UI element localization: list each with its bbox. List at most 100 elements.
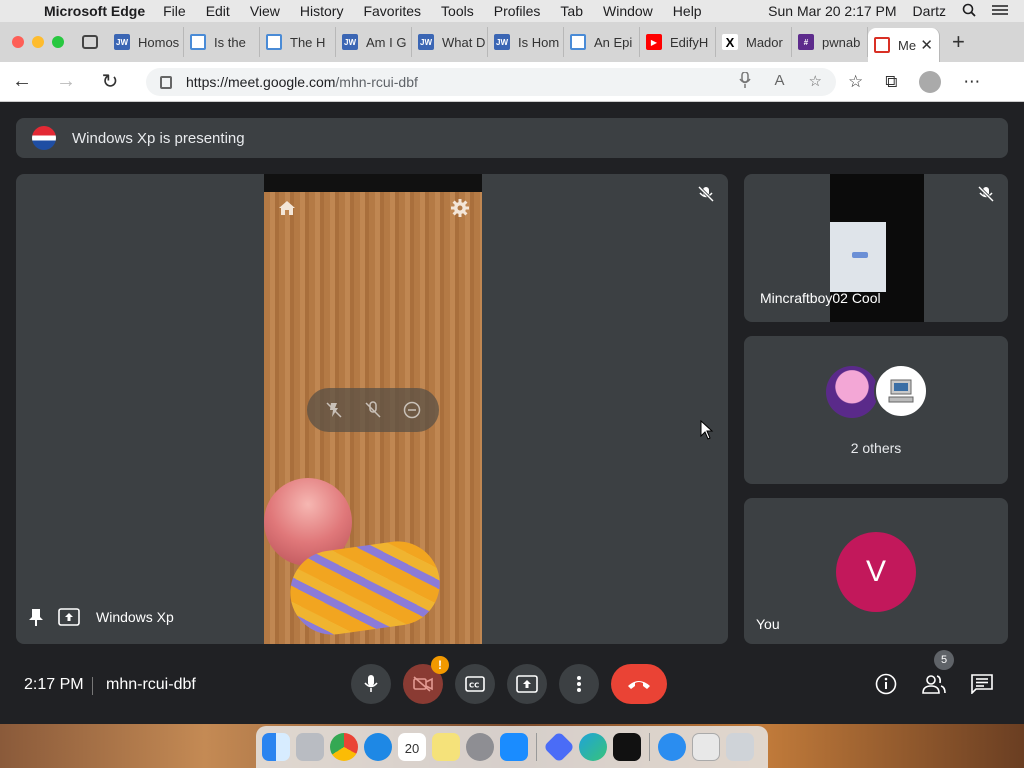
app-store-2-icon[interactable] [658, 733, 686, 761]
forward-button[interactable]: → [44, 70, 88, 93]
trash-icon[interactable] [726, 733, 754, 761]
menu-window[interactable]: Window [603, 3, 653, 19]
closed-captions-icon: CC [465, 676, 485, 692]
browser-tab[interactable]: JW Is Hom [488, 27, 564, 57]
camera-button[interactable]: ! [403, 656, 449, 704]
browser-tab[interactable]: The H [260, 27, 336, 57]
tab-actions-icon[interactable] [82, 35, 98, 49]
microphone-permission-icon[interactable] [738, 71, 751, 92]
mic-off-icon [365, 401, 381, 418]
people-icon [922, 675, 946, 694]
notes-icon[interactable] [432, 733, 460, 761]
browser-tab[interactable]: # pwnab [792, 27, 868, 57]
captions-button[interactable]: CC [455, 664, 495, 704]
participant-avatar [874, 364, 928, 418]
chrome-icon[interactable] [330, 733, 358, 761]
doc-icon [266, 34, 282, 50]
system-preferences-icon[interactable] [466, 733, 494, 761]
menu-profiles[interactable]: Profiles [494, 3, 541, 19]
jw-icon: JW [342, 34, 358, 50]
menu-file[interactable]: File [163, 3, 186, 19]
meeting-controls-bar: 2:17 PM mhn-rcui-dbf ! CC 5 [0, 650, 1024, 708]
zoom-window-button[interactable] [52, 36, 64, 48]
main-presentation-tile[interactable]: Windows Xp [16, 174, 728, 644]
leave-call-button[interactable] [611, 664, 667, 704]
pin-icon[interactable] [28, 608, 44, 626]
muted-mic-icon [978, 186, 994, 202]
url-field[interactable]: https://meet.google.com/mhn-rcui-dbf A ☆ [146, 68, 836, 96]
presenter-name: Windows Xp [96, 609, 174, 625]
others-count-label: 2 others [850, 440, 902, 456]
new-tab-button[interactable]: + [952, 29, 965, 55]
app-menu[interactable]: Microsoft Edge [44, 3, 145, 19]
people-button[interactable] [922, 672, 946, 696]
add-favorite-icon[interactable]: ☆ [809, 72, 822, 92]
menubar-user[interactable]: Dartz [913, 3, 946, 19]
script-editor-icon[interactable] [692, 733, 720, 761]
close-tab-icon[interactable]: ✕ [920, 36, 933, 54]
spotlight-search-icon[interactable] [962, 3, 976, 20]
more-options-icon[interactable]: ⋯ [963, 72, 980, 92]
minimize-window-button[interactable] [32, 36, 44, 48]
meet-page: Windows Xp is presenting Windows Xp Minc… [0, 102, 1024, 724]
camera-off-icon [413, 676, 433, 692]
browser-tab[interactable]: JW What D [412, 27, 488, 57]
participant-avatar [826, 366, 878, 418]
menu-help[interactable]: Help [673, 3, 702, 19]
browser-tab[interactable]: JW Am I G [336, 27, 412, 57]
url-host: https://meet.google.com [186, 74, 336, 90]
lock-icon[interactable] [160, 75, 172, 89]
meeting-time: 2:17 PM [24, 676, 84, 693]
menu-favorites[interactable]: Favorites [363, 3, 421, 19]
profile-avatar[interactable] [919, 71, 942, 93]
back-button[interactable]: ← [0, 70, 44, 93]
present-screen-icon [58, 608, 80, 626]
favorites-icon[interactable]: ☆ [848, 72, 863, 92]
microphone-icon [364, 675, 378, 692]
presenting-text: Windows Xp is presenting [72, 129, 245, 147]
collections-icon[interactable]: ⧉ [885, 72, 897, 92]
microphone-button[interactable] [351, 664, 391, 704]
close-window-button[interactable] [12, 36, 24, 48]
participant-name: Mincraftboy02 Cool [760, 290, 881, 306]
menubar-datetime[interactable]: Sun Mar 20 2:17 PM [768, 3, 896, 19]
browser-tab[interactable]: ▶ EdifyH [640, 27, 716, 57]
chat-button[interactable] [970, 672, 994, 696]
edge-icon[interactable] [579, 733, 607, 761]
menu-tools[interactable]: Tools [441, 3, 474, 19]
read-aloud-icon[interactable]: A [775, 72, 785, 92]
chat-icon [971, 674, 993, 694]
control-center-icon[interactable] [992, 3, 1008, 19]
menu-view[interactable]: View [250, 3, 280, 19]
safari-icon[interactable] [364, 733, 392, 761]
more-options-button[interactable] [559, 664, 599, 704]
record-icon [874, 37, 890, 53]
terminal-icon[interactable] [613, 733, 641, 761]
menu-edit[interactable]: Edit [206, 3, 230, 19]
remove-circle-icon [403, 401, 420, 419]
launchpad-icon[interactable] [296, 733, 324, 761]
jw-icon: JW [494, 34, 510, 50]
others-tile[interactable]: 2 others [744, 336, 1008, 484]
participant-tile[interactable]: Mincraftboy02 Cool [744, 174, 1008, 322]
youtube-icon: ▶ [646, 34, 662, 50]
meeting-details-button[interactable] [874, 672, 898, 696]
refresh-button[interactable]: ↻ [88, 69, 132, 94]
app-store-icon[interactable] [500, 733, 528, 761]
presenter-avatar [32, 126, 56, 150]
calendar-icon[interactable]: 20 [398, 733, 426, 761]
meeting-code: mhn-rcui-dbf [106, 676, 196, 693]
browser-tab[interactable]: JW Homos [108, 27, 184, 57]
vscode-icon[interactable] [543, 731, 575, 763]
present-now-button[interactable] [507, 664, 547, 704]
browser-tab[interactable]: An Epi [564, 27, 640, 57]
x-icon: X [722, 34, 738, 50]
browser-tab[interactable]: Is the [184, 27, 260, 57]
finder-icon[interactable] [262, 733, 290, 761]
self-tile[interactable]: V You [744, 498, 1008, 644]
window-controls [12, 36, 64, 48]
menu-tab[interactable]: Tab [560, 3, 583, 19]
menu-history[interactable]: History [300, 3, 344, 19]
browser-tab[interactable]: X Mador [716, 27, 792, 57]
browser-tab-active[interactable]: Me ✕ [868, 28, 940, 62]
